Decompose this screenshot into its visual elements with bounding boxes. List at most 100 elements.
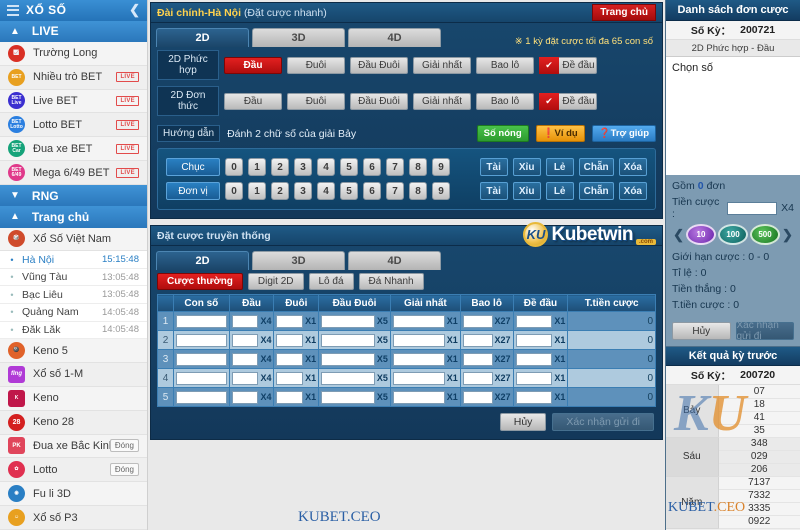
digit-button-9[interactable]: 9: [432, 158, 450, 176]
sidebar-item-xo-so-viet-nam[interactable]: 🎲 Xổ Số Việt Nam: [0, 227, 147, 252]
bet-input[interactable]: [462, 333, 493, 347]
digit-button-1[interactable]: 1: [248, 182, 266, 200]
digit-button-4[interactable]: 4: [317, 182, 335, 200]
digit-button-0[interactable]: 0: [225, 158, 243, 176]
tab-2d[interactable]: 2D: [156, 28, 249, 47]
sidebar-region-dak-lak[interactable]: • Đăk Lăk 14:05:48: [0, 321, 147, 340]
bet-input[interactable]: [321, 371, 375, 385]
action-xoa[interactable]: Xóa: [618, 158, 647, 176]
sidebar-section-rng[interactable]: ▼ RNG: [0, 184, 147, 207]
sidebar-item-xo-so-1m[interactable]: flng Xổ số 1-M: [0, 362, 147, 387]
home-button[interactable]: Trang chủ: [592, 4, 656, 21]
sidebar-item-keno[interactable]: K Keno: [0, 386, 147, 411]
con-so-input[interactable]: [176, 371, 227, 385]
bet-button-dau-duoi[interactable]: Đầu Đuôi: [350, 56, 408, 74]
digit-button-2[interactable]: 2: [271, 182, 289, 200]
digit-button-3[interactable]: 3: [294, 182, 312, 200]
bet-input[interactable]: [515, 371, 553, 385]
digit-button-9[interactable]: 9: [432, 182, 450, 200]
action-chan[interactable]: Chẵn: [578, 158, 614, 176]
digit-button-6[interactable]: 6: [363, 182, 381, 200]
bet-input[interactable]: [392, 390, 445, 404]
digit-button-6[interactable]: 6: [363, 158, 381, 176]
action-tai[interactable]: Tài: [479, 182, 508, 200]
bet-button-dau[interactable]: Đầu: [224, 92, 282, 110]
digit-button-1[interactable]: 1: [248, 158, 266, 176]
bet-input[interactable]: [392, 333, 445, 347]
action-le[interactable]: Lẻ: [545, 182, 574, 200]
bet-button-giai-nhat[interactable]: Giải nhất: [413, 92, 471, 110]
bet-input[interactable]: [321, 333, 375, 347]
sidebar-section-live[interactable]: ▲ LIVE: [0, 20, 147, 42]
sidebar-item-truong-long[interactable]: 📈 Trường Long: [0, 41, 147, 66]
sidebar-item-dua-xe-bac-kinh[interactable]: PK Đua xe Bắc Kinh Đóng: [0, 434, 147, 459]
sidebar-item-mega-bet[interactable]: BET 6/49 Mega 6/49 BET LIVE: [0, 161, 147, 185]
digit-button-7[interactable]: 7: [386, 182, 404, 200]
bet-input[interactable]: [462, 314, 493, 328]
sidebar-item-lotto[interactable]: ✿ Lotto Đóng: [0, 458, 147, 483]
bet-input[interactable]: [276, 390, 304, 404]
action-xiu[interactable]: Xỉu: [512, 182, 541, 200]
bet-input[interactable]: [392, 314, 445, 328]
sidebar-section-trang-chu[interactable]: ▲ Trang chủ: [0, 206, 147, 228]
bet-input[interactable]: [276, 352, 304, 366]
bet-input[interactable]: [231, 390, 259, 404]
sidebar-title-bar[interactable]: XỔ SỐ ❮: [0, 0, 147, 21]
example-button[interactable]: ❗Ví dụ: [535, 125, 585, 142]
bet-input[interactable]: [515, 390, 553, 404]
numpad-row-label[interactable]: Chục: [166, 158, 220, 176]
con-so-input[interactable]: [176, 352, 227, 366]
digit-button-3[interactable]: 3: [294, 158, 312, 176]
sidebar-item-lotto-bet[interactable]: BET Lotto Lotto BET LIVE: [0, 113, 147, 138]
digit-button-7[interactable]: 7: [386, 158, 404, 176]
help-button[interactable]: ❓Trợ giúp: [591, 125, 656, 142]
chip-100[interactable]: 100: [718, 224, 748, 245]
action-xiu[interactable]: Xỉu: [512, 158, 541, 176]
bet-button-giai-nhat[interactable]: Giải nhất: [413, 56, 471, 74]
numpad-row-label[interactable]: Đơn vị: [166, 182, 220, 200]
digit-button-4[interactable]: 4: [317, 158, 335, 176]
bet-input[interactable]: [462, 390, 493, 404]
sidebar-region-ha-noi[interactable]: • Hà Nội 15:15:48: [0, 251, 147, 269]
sidebar-item-nhieu-tro-bet[interactable]: BET Nhiều trò BET LIVE: [0, 65, 147, 90]
chip-500[interactable]: 500: [750, 224, 780, 245]
bet-button-duoi[interactable]: Đuôi: [287, 92, 345, 110]
bet-input[interactable]: [462, 371, 493, 385]
bet-input[interactable]: [462, 352, 493, 366]
orders-confirm-button[interactable]: Xác nhận gửi đi: [735, 320, 794, 342]
sidebar-region-vung-tau[interactable]: • Vũng Tàu 13:05:48: [0, 268, 147, 287]
confirm-button[interactable]: Xác nhận gửi đi: [552, 413, 654, 431]
bet-input[interactable]: [321, 352, 375, 366]
action-xoa[interactable]: Xóa: [618, 182, 647, 200]
chevron-left-icon[interactable]: ❮: [129, 2, 140, 18]
sidebar-item-live-bet[interactable]: BET Live Live BET LIVE: [0, 89, 147, 114]
con-so-input[interactable]: [176, 333, 227, 347]
trad-tab-4d[interactable]: 4D: [348, 251, 441, 270]
bet-input[interactable]: [276, 314, 304, 328]
tab-4d[interactable]: 4D: [348, 28, 441, 47]
con-so-input[interactable]: [176, 314, 227, 328]
trad-tab-2d[interactable]: 2D: [156, 251, 249, 270]
sidebar-item-dua-xe-bet[interactable]: BET Car Đua xe BET LIVE: [0, 137, 147, 162]
subtab-lo-da[interactable]: Lô đá: [308, 273, 354, 290]
bet-input[interactable]: [392, 352, 445, 366]
tab-3d[interactable]: 3D: [252, 28, 345, 47]
digit-button-8[interactable]: 8: [409, 158, 427, 176]
bet-button-de-dau[interactable]: ✔ Đề đầu: [539, 56, 597, 74]
bet-input[interactable]: [515, 333, 553, 347]
subtab-digit-2d[interactable]: Digit 2D: [247, 273, 304, 290]
cancel-button[interactable]: Hủy: [499, 413, 547, 431]
bet-button-bao-lo[interactable]: Bao lô: [476, 92, 534, 110]
bet-input[interactable]: [321, 314, 375, 328]
bet-input[interactable]: [515, 352, 553, 366]
bet-input[interactable]: [231, 352, 259, 366]
orders-cancel-button[interactable]: Hủy: [672, 322, 731, 340]
digit-button-0[interactable]: 0: [225, 182, 243, 200]
bet-input[interactable]: [231, 333, 259, 347]
bet-button-de-dau[interactable]: ✔ Đề đầu: [539, 92, 597, 110]
bet-input[interactable]: [276, 333, 304, 347]
sidebar-item-keno-5[interactable]: 🎱 Keno 5: [0, 339, 147, 363]
bet-input[interactable]: [276, 371, 304, 385]
sidebar-item-fu-li-3d[interactable]: ◉ Fu li 3D: [0, 482, 147, 507]
sidebar-item-xo-so-p3[interactable]: ☺ Xổ số P3: [0, 506, 147, 530]
